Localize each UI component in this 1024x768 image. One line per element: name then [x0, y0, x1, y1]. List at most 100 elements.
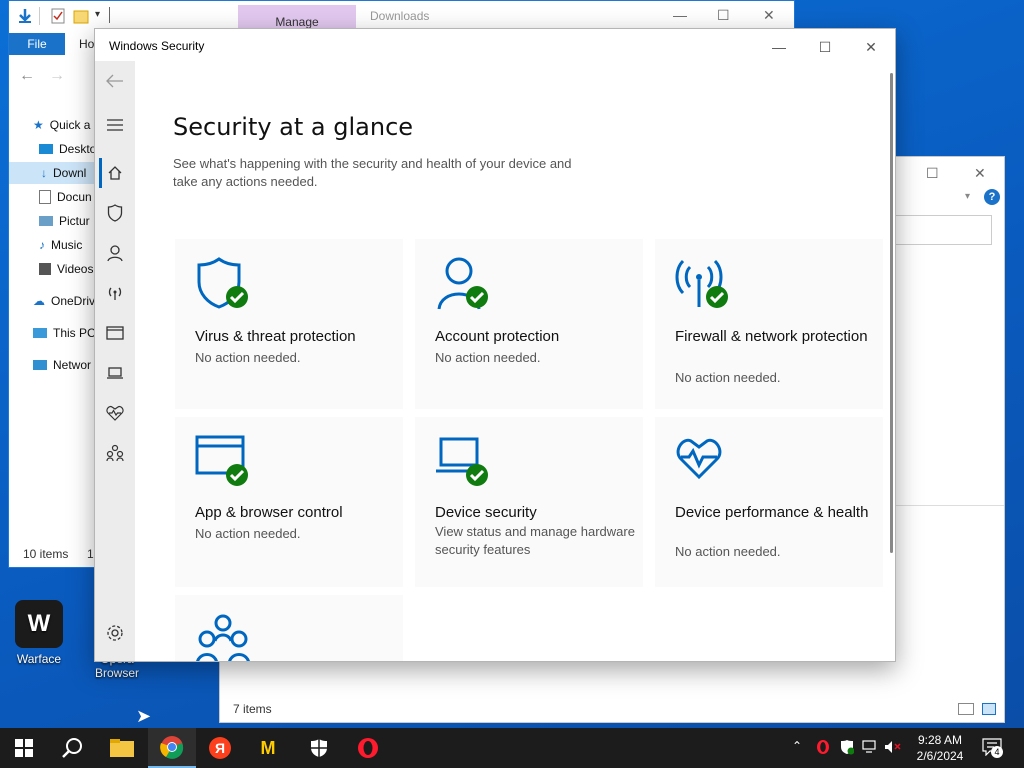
browser-icon[interactable] — [95, 317, 135, 349]
tile-title: Device security — [435, 504, 537, 521]
show-hidden-icons-button[interactable]: ⌃ — [792, 739, 802, 753]
network-icon — [33, 360, 47, 370]
download-arrow-icon — [19, 9, 31, 23]
wifi-antenna-icon — [675, 259, 728, 308]
picture-icon — [39, 216, 53, 226]
close-button[interactable]: ✕ — [851, 35, 891, 59]
yandex-music-icon: M — [260, 738, 276, 758]
taskbar-opera[interactable] — [344, 728, 392, 768]
taskbar-yandex-music[interactable]: M — [244, 728, 292, 768]
clock-date: 2/6/2024 — [916, 749, 964, 763]
status-extra: 1 — [87, 547, 94, 561]
back-arrow-icon[interactable]: ← — [19, 67, 35, 85]
shield-icon[interactable] — [95, 197, 135, 229]
search-icon — [62, 738, 82, 758]
tile-virus-threat-protection[interactable]: Virus & threat protection No action need… — [175, 239, 403, 409]
tray-opera-icon[interactable] — [816, 739, 830, 758]
opera-icon — [358, 738, 378, 758]
ribbon-tab-home[interactable]: Ho — [79, 37, 94, 51]
taskbar-yandex[interactable]: Я — [196, 728, 244, 768]
heart-icon[interactable] — [95, 397, 135, 429]
file-explorer-icon — [110, 739, 134, 757]
ribbon-tab-file[interactable]: File — [9, 33, 65, 55]
taskbar-windows-security[interactable] — [295, 728, 343, 768]
heart-pulse-icon — [676, 438, 722, 480]
tile-title: Virus & threat protection — [195, 328, 356, 345]
sidebar-item-this-pc[interactable]: This PC — [33, 322, 96, 344]
close-button[interactable]: ✕ — [974, 165, 986, 182]
taskbar-clock[interactable]: 9:28 AM 2/6/2024 — [910, 732, 970, 764]
tile-family-options[interactable] — [175, 595, 403, 661]
action-center-button[interactable]: 4 — [982, 738, 1003, 759]
tray-security-icon[interactable] — [840, 739, 855, 758]
family-icon[interactable] — [95, 437, 135, 469]
help-icon[interactable]: ? — [984, 189, 1000, 205]
laptop-icon[interactable] — [95, 357, 135, 389]
tile-account-protection[interactable]: Account protection No action needed. — [415, 239, 643, 409]
tile-status: View status and manage hardware security… — [435, 524, 635, 557]
window-title: Windows Security — [109, 39, 205, 53]
taskbar-chrome[interactable] — [148, 728, 196, 768]
divider — [894, 505, 1004, 506]
tile-device-performance-health[interactable]: Device performance & health No action ne… — [655, 417, 883, 587]
download-icon: ↓ — [41, 166, 47, 180]
tile-title: Device performance & health — [675, 504, 869, 521]
status-item-count-2: 7 items — [233, 702, 272, 716]
settings-icon[interactable] — [95, 617, 135, 649]
tile-status: No action needed. — [435, 350, 541, 365]
cloud-icon: ☁ — [33, 294, 45, 308]
home-icon[interactable] — [95, 157, 135, 189]
tile-firewall-network-protection[interactable]: Firewall & network protection No action … — [655, 239, 883, 409]
sidebar-item-onedrive[interactable]: ☁ OneDriv — [33, 290, 95, 312]
forward-arrow-icon[interactable]: → — [49, 67, 65, 85]
properties-icon[interactable] — [51, 8, 65, 24]
desktop-icon-warface[interactable]: W Warface — [3, 600, 75, 666]
notification-badge: 4 — [991, 746, 1003, 758]
status-item-count: 10 items — [23, 547, 69, 561]
tile-status: No action needed. — [195, 526, 301, 541]
tile-app-browser-control[interactable]: App & browser control No action needed. — [175, 417, 403, 587]
taskbar-file-explorer[interactable] — [98, 728, 146, 768]
sidebar-item-network[interactable]: Networ — [33, 354, 91, 376]
maximize-button[interactable]: ☐ — [926, 165, 939, 182]
search-button[interactable] — [48, 728, 96, 768]
tile-status: No action needed. — [195, 350, 301, 365]
tile-status: No action needed. — [675, 370, 781, 385]
maximize-button[interactable]: ☐ — [805, 35, 845, 59]
scrollbar[interactable] — [890, 73, 893, 553]
sidebar-item-videos[interactable]: Videos — [39, 258, 93, 280]
warface-icon: W — [15, 600, 63, 648]
document-icon — [39, 190, 51, 204]
star-icon: ★ — [33, 118, 44, 132]
back-arrow-icon[interactable] — [95, 65, 135, 97]
close-button[interactable]: ✕ — [763, 7, 775, 24]
sidebar-item-desktop[interactable]: Deskto — [39, 138, 96, 160]
new-folder-icon[interactable] — [73, 8, 89, 24]
person-icon[interactable] — [95, 237, 135, 269]
minimize-button[interactable]: — — [673, 7, 687, 23]
menu-icon[interactable] — [95, 109, 135, 141]
tile-title: Firewall & network protection — [675, 328, 868, 345]
tile-device-security[interactable]: Device security View status and manage h… — [415, 417, 643, 587]
start-button[interactable] — [0, 728, 48, 768]
windows-security-window[interactable]: Windows Security — ☐ ✕ Security at a gla… — [94, 28, 896, 662]
maximize-button[interactable]: ☐ — [717, 7, 730, 24]
sidebar-item-quick-access[interactable]: ★ Quick a — [33, 114, 90, 136]
network-icon[interactable] — [862, 740, 878, 757]
video-icon — [39, 263, 51, 275]
music-icon: ♪ — [39, 238, 45, 252]
antenna-icon[interactable] — [95, 277, 135, 309]
minimize-button[interactable]: — — [759, 35, 799, 59]
volume-muted-icon[interactable] — [884, 740, 902, 757]
sidebar-item-documents[interactable]: Docun — [39, 186, 92, 208]
details-view-icon[interactable] — [958, 703, 974, 715]
search-input[interactable] — [894, 215, 992, 245]
chevron-down-icon[interactable]: ▾ — [965, 191, 970, 202]
windows-security-icon — [311, 739, 327, 757]
sidebar-item-pictures[interactable]: Pictur — [39, 210, 90, 232]
divider — [109, 7, 110, 23]
qat-dropdown-icon[interactable]: ▾ — [95, 9, 100, 20]
sidebar-item-music[interactable]: ♪ Music — [39, 234, 82, 256]
large-icons-view-icon[interactable] — [982, 703, 996, 715]
mouse-cursor-icon: ➤ — [136, 706, 152, 726]
